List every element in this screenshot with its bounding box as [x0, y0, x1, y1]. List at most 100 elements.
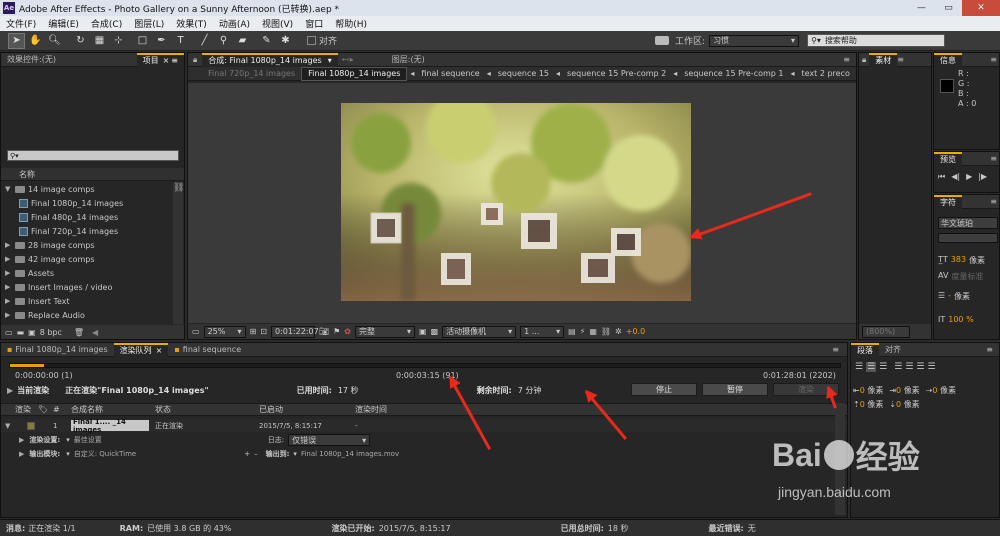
- rotate-tool-icon[interactable]: ↻: [72, 33, 89, 49]
- panel-menu-icon[interactable]: ≡: [171, 56, 178, 65]
- always-preview-icon[interactable]: ▭: [192, 327, 200, 336]
- name-column-header[interactable]: 名称: [1, 168, 184, 181]
- justify-right-icon[interactable]: ☰: [916, 362, 924, 372]
- composition-viewer[interactable]: [188, 83, 856, 323]
- menu-file[interactable]: 文件(F): [0, 17, 42, 30]
- camera-dropdown[interactable]: 活动摄像机 ▾: [442, 325, 517, 338]
- expand-icon[interactable]: ▶: [19, 436, 24, 444]
- menu-animation[interactable]: 动画(A): [213, 17, 256, 30]
- flowchart-icon[interactable]: ⛓: [601, 327, 611, 336]
- tab-effect-controls[interactable]: 效果控件:(无): [1, 53, 62, 67]
- material-zoom-dropdown[interactable]: (800%): [862, 325, 910, 338]
- panel-menu-icon[interactable]: ≡: [832, 345, 847, 354]
- expand-icon[interactable]: ▶: [5, 269, 15, 277]
- pause-button[interactable]: 暂停: [702, 383, 768, 396]
- menu-layer[interactable]: 图层(L): [128, 17, 170, 30]
- project-item[interactable]: ▼ 14 image comps: [3, 182, 173, 196]
- panel-menu-icon[interactable]: ≡: [990, 55, 999, 64]
- brush-tool-icon[interactable]: ╱: [196, 33, 213, 49]
- panel-menu-icon[interactable]: ≡: [897, 55, 904, 64]
- new-folder-icon[interactable]: ▬: [17, 328, 25, 337]
- indent-first-field[interactable]: ⇢0 像素: [926, 385, 956, 396]
- flow-icon[interactable]: ⊷▸: [338, 55, 358, 64]
- close-icon[interactable]: ×: [156, 346, 163, 355]
- font-family-field[interactable]: 华文琥珀: [938, 217, 998, 229]
- output-to-value[interactable]: Final 1080p_14 images.mov: [301, 450, 399, 458]
- breadcrumb-sequence-15[interactable]: sequence 15: [494, 69, 553, 78]
- expand-open-icon[interactable]: ▼: [5, 185, 15, 193]
- project-item[interactable]: ▶ Replace Audio: [3, 308, 173, 322]
- tab-layer[interactable]: 图层:(无): [386, 53, 431, 67]
- col-started[interactable]: 已启动: [259, 404, 355, 415]
- zoom-tool-icon[interactable]: 🔍︎: [46, 33, 63, 49]
- queue-item-row[interactable]: ▼ 1 Final 1.... _14 images 正在渲染 2015/7/5…: [1, 418, 847, 434]
- tab-paragraph[interactable]: 段落: [851, 342, 879, 357]
- trash-icon[interactable]: 🗑︎: [74, 328, 84, 337]
- first-frame-icon[interactable]: ⏮: [938, 172, 945, 182]
- tab-final-sequence[interactable]: ▪ final sequence: [168, 343, 247, 357]
- space-before-field[interactable]: ⇡0 像素: [853, 399, 883, 410]
- channel-icon[interactable]: ✿: [344, 327, 351, 336]
- col-render-time[interactable]: 渲染时间: [355, 404, 387, 415]
- expand-icon[interactable]: ▶: [19, 450, 24, 458]
- timeline-icon[interactable]: ▦: [589, 327, 597, 336]
- align-right-icon[interactable]: ☰: [879, 362, 887, 372]
- project-scrollbar[interactable]: [173, 182, 183, 324]
- tab-render-queue[interactable]: 渲染队列 ×: [113, 342, 169, 357]
- indent-right-field[interactable]: ⇥0 像素: [889, 385, 919, 396]
- expand-icon[interactable]: ▶: [5, 283, 15, 291]
- project-item[interactable]: ▶ Insert Text: [3, 294, 173, 308]
- project-search-input[interactable]: ⚲▾: [7, 150, 179, 161]
- menu-window[interactable]: 窗口: [299, 17, 329, 30]
- breadcrumb-text-2[interactable]: text 2 preco: [798, 69, 854, 78]
- lock-icon[interactable]: 🔒︎: [859, 55, 869, 65]
- expand-icon[interactable]: ▶: [5, 241, 15, 249]
- expand-icon[interactable]: ▶: [5, 311, 15, 319]
- hand-tool-icon[interactable]: ✋: [27, 33, 44, 49]
- resolution-dropdown[interactable]: 完整 ▾: [355, 325, 415, 338]
- camera-tool-icon[interactable]: ▦: [91, 33, 108, 49]
- project-item[interactable]: ▶ Insert Images / video: [3, 280, 173, 294]
- project-item[interactable]: ▶ 42 image comps: [3, 252, 173, 266]
- menu-edit[interactable]: 编辑(E): [42, 17, 85, 30]
- puppet-tool-icon[interactable]: ✱: [277, 33, 294, 49]
- close-icon[interactable]: ×: [163, 56, 170, 65]
- new-comp-icon[interactable]: ▣: [28, 328, 36, 337]
- views-dropdown[interactable]: 1 ... ▾: [520, 325, 565, 338]
- col-status[interactable]: 状态: [155, 404, 259, 415]
- project-item[interactable]: ▶ 28 image comps: [3, 238, 173, 252]
- maximize-button[interactable]: ▭: [935, 0, 962, 16]
- snapshot-icon[interactable]: 📷︎: [319, 327, 329, 336]
- col-number[interactable]: #: [53, 405, 71, 414]
- font-size-value[interactable]: 383: [951, 255, 966, 266]
- menu-composition[interactable]: 合成(C): [85, 17, 128, 30]
- justify-all-icon[interactable]: ☰: [927, 362, 935, 372]
- expand-icon[interactable]: ▶: [5, 297, 15, 305]
- pan-behind-tool-icon[interactable]: ⊹: [110, 33, 127, 49]
- minimize-button[interactable]: —: [908, 0, 935, 16]
- prev-frame-icon[interactable]: ◀|: [951, 172, 960, 182]
- menu-effect[interactable]: 效果(T): [170, 17, 213, 30]
- expand-icon[interactable]: ▼: [1, 422, 10, 430]
- project-item[interactable]: Final 720p_14 images: [3, 224, 173, 238]
- breadcrumb-precomp-2[interactable]: sequence 15 Pre-comp 2: [563, 69, 670, 78]
- panel-menu-icon[interactable]: ≡: [990, 154, 999, 163]
- justify-center-icon[interactable]: ☰: [905, 362, 913, 372]
- play-icon[interactable]: ▶: [966, 172, 972, 182]
- bpc-label[interactable]: 8 bpc: [40, 328, 62, 337]
- render-settings-value[interactable]: 最佳设置: [74, 435, 102, 445]
- clone-tool-icon[interactable]: ⚲: [215, 33, 232, 49]
- indent-left-field[interactable]: ⇤0 像素: [853, 385, 883, 396]
- breadcrumb-final-sequence[interactable]: final sequence: [417, 69, 483, 78]
- selection-tool-icon[interactable]: ➤: [8, 32, 25, 49]
- menu-help[interactable]: 帮助(H): [329, 17, 373, 30]
- type-tool-icon[interactable]: T: [172, 33, 189, 49]
- tab-align[interactable]: 对齐: [879, 343, 907, 357]
- timecode-field[interactable]: 0:01:22:07: [270, 325, 319, 338]
- remove-output-icon[interactable]: –: [254, 450, 258, 458]
- vertical-scale-value[interactable]: 100 %: [948, 315, 973, 324]
- panel-menu-icon[interactable]: ≡: [986, 345, 999, 354]
- font-style-field[interactable]: [938, 233, 998, 243]
- breadcrumb-precomp-1[interactable]: sequence 15 Pre-comp 1: [680, 69, 787, 78]
- chevron-down-icon[interactable]: ▾: [66, 450, 70, 458]
